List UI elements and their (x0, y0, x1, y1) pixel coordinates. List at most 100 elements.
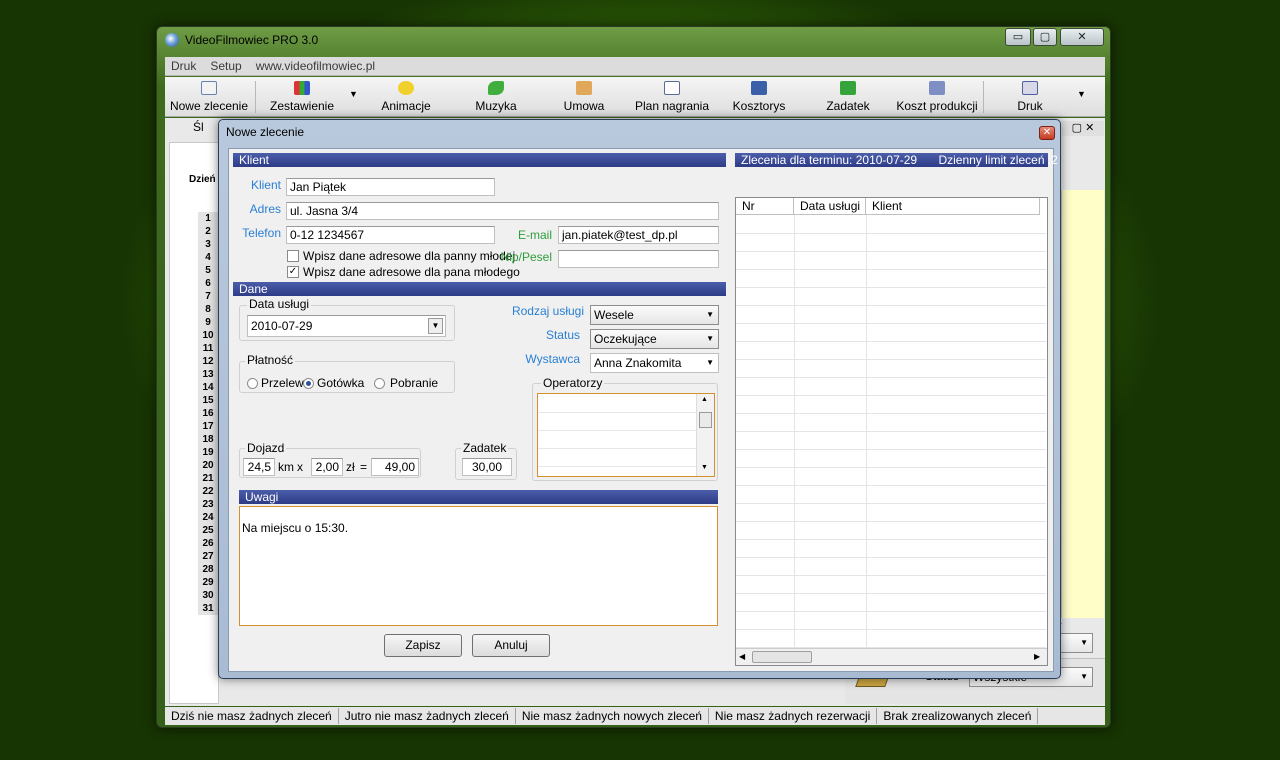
day-number[interactable]: 25 (198, 524, 218, 537)
day-number[interactable]: 6 (198, 277, 218, 290)
day-number[interactable]: 13 (198, 368, 218, 381)
day-number[interactable]: 31 (198, 602, 218, 615)
travel-total-field[interactable]: 49,00 (371, 458, 419, 476)
cost-estimate-button[interactable]: Kosztorys (721, 79, 797, 115)
dialog-close-button[interactable]: ✕ (1039, 126, 1055, 140)
status-bar: Dziś nie masz żadnych zleceń Jutro nie m… (165, 707, 1105, 725)
day-number[interactable]: 10 (198, 329, 218, 342)
scroll-thumb[interactable] (699, 412, 712, 428)
scroll-thumb[interactable] (752, 651, 812, 663)
day-number[interactable]: 12 (198, 355, 218, 368)
animations-button[interactable]: Animacje (371, 79, 441, 115)
grid-row-line (736, 629, 1046, 630)
day-number[interactable]: 4 (198, 251, 218, 264)
grid-row-line (736, 251, 1046, 252)
day-number[interactable]: 22 (198, 485, 218, 498)
day-number[interactable]: 11 (198, 342, 218, 355)
day-number[interactable]: 8 (198, 303, 218, 316)
scroll-right-icon[interactable]: ▶ (1034, 652, 1040, 661)
day-number[interactable]: 5 (198, 264, 218, 277)
day-number[interactable]: 3 (198, 238, 218, 251)
day-number[interactable]: 2 (198, 225, 218, 238)
status-select[interactable]: Oczekujące ▼ (590, 329, 719, 349)
print-dropdown-icon[interactable]: ▼ (1077, 89, 1086, 99)
grid-header-client[interactable]: Klient (866, 198, 1040, 215)
grid-header-date[interactable]: Data usługi (794, 198, 866, 215)
deposit-button[interactable]: Zadatek (813, 79, 883, 115)
app-icon (165, 33, 179, 47)
phone-field[interactable]: 0-12 1234567 (286, 226, 495, 244)
scroll-up-icon[interactable]: ▲ (701, 396, 708, 403)
service-date-picker[interactable]: 2010-07-29 ▼ (247, 315, 446, 337)
save-button[interactable]: Zapisz (384, 634, 462, 657)
day-number[interactable]: 7 (198, 290, 218, 303)
daily-limit-header: Dzienny limit zleceń :2 (938, 153, 1058, 167)
day-number[interactable]: 30 (198, 589, 218, 602)
recording-plan-label: Plan nagrania (634, 99, 710, 113)
menu-website[interactable]: www.videofilmowiec.pl (256, 59, 375, 73)
new-order-button[interactable]: Nowe zlecenie (169, 79, 249, 115)
day-number[interactable]: 1 (198, 212, 218, 225)
grid-header-nr[interactable]: Nr (736, 198, 794, 215)
email-field[interactable]: jan.piatek@test_dp.pl (558, 226, 719, 244)
contract-button[interactable]: Umowa (549, 79, 619, 115)
maximize-button[interactable]: ▢ (1033, 28, 1057, 46)
music-button[interactable]: Muzyka (461, 79, 531, 115)
day-number[interactable]: 17 (198, 420, 218, 433)
payment-cash-radio[interactable] (303, 378, 314, 389)
issuer-select[interactable]: Anna Znakomita ▼ (590, 353, 719, 373)
service-type-select[interactable]: Wesele ▼ (590, 305, 719, 325)
day-number[interactable]: 16 (198, 407, 218, 420)
operators-list[interactable]: ▲ ▼ (537, 393, 715, 477)
day-number[interactable]: 15 (198, 394, 218, 407)
day-number[interactable]: 18 (198, 433, 218, 446)
scroll-down-icon[interactable]: ▼ (701, 464, 708, 471)
list-divider (538, 412, 696, 413)
day-number[interactable]: 21 (198, 472, 218, 485)
payment-transfer-radio[interactable] (247, 378, 258, 389)
day-number[interactable]: 19 (198, 446, 218, 459)
recording-plan-button[interactable]: Plan nagrania (627, 79, 717, 115)
production-cost-button[interactable]: Koszt produkcji (887, 79, 987, 115)
summary-button[interactable]: Zestawienie (261, 79, 343, 115)
summary-dropdown-icon[interactable]: ▼ (349, 89, 358, 99)
cancel-button[interactable]: Anuluj (472, 634, 550, 657)
operators-scrollbar[interactable]: ▲ ▼ (696, 394, 714, 476)
day-number[interactable]: 29 (198, 576, 218, 589)
payment-cod-radio[interactable] (374, 378, 385, 389)
deposit-field[interactable]: 30,00 (462, 458, 512, 476)
summary-label: Zestawienie (269, 99, 335, 113)
day-number[interactable]: 14 (198, 381, 218, 394)
groom-address-checkbox[interactable]: ✓ (287, 266, 299, 278)
print-button[interactable]: Druk (997, 79, 1063, 115)
menu-setup[interactable]: Setup (210, 59, 241, 73)
menu-druk[interactable]: Druk (171, 59, 196, 73)
day-number[interactable]: 26 (198, 537, 218, 550)
grid-row-line (736, 305, 1046, 306)
day-number[interactable]: 20 (198, 459, 218, 472)
km-field[interactable]: 24,5 (243, 458, 275, 476)
scroll-left-icon[interactable]: ◀ (739, 652, 745, 661)
bride-address-checkbox[interactable] (287, 250, 299, 262)
nip-field[interactable] (558, 250, 719, 268)
phone-label: Telefon (242, 226, 281, 240)
notes-textarea[interactable]: Na miejscu o 15:30. (239, 506, 718, 626)
address-field[interactable]: ul. Jasna 3/4 (286, 202, 719, 220)
day-number[interactable]: 9 (198, 316, 218, 329)
rate-field[interactable]: 2,00 (311, 458, 343, 476)
day-number[interactable]: 28 (198, 563, 218, 576)
day-number[interactable]: 27 (198, 550, 218, 563)
issuer-value: Anna Znakomita (594, 356, 682, 370)
close-button[interactable]: ✕ (1060, 28, 1104, 46)
day-number[interactable]: 24 (198, 511, 218, 524)
chevron-down-icon: ▼ (706, 358, 714, 367)
grid-horizontal-scrollbar[interactable]: ◀ ▶ (736, 648, 1047, 665)
orders-grid[interactable]: Nr Data usługi Klient ◀ ▶ (735, 197, 1048, 666)
child-window-caption-buttons[interactable]: ▢ ✕ (1062, 121, 1104, 136)
minimize-button[interactable]: ▭ (1005, 28, 1031, 46)
client-name-field[interactable]: Jan Piątek (286, 178, 495, 196)
list-divider (538, 466, 696, 467)
km-unit: km (278, 460, 294, 474)
day-number[interactable]: 23 (198, 498, 218, 511)
status-reservations: Nie masz żadnych rezerwacji (709, 708, 878, 724)
